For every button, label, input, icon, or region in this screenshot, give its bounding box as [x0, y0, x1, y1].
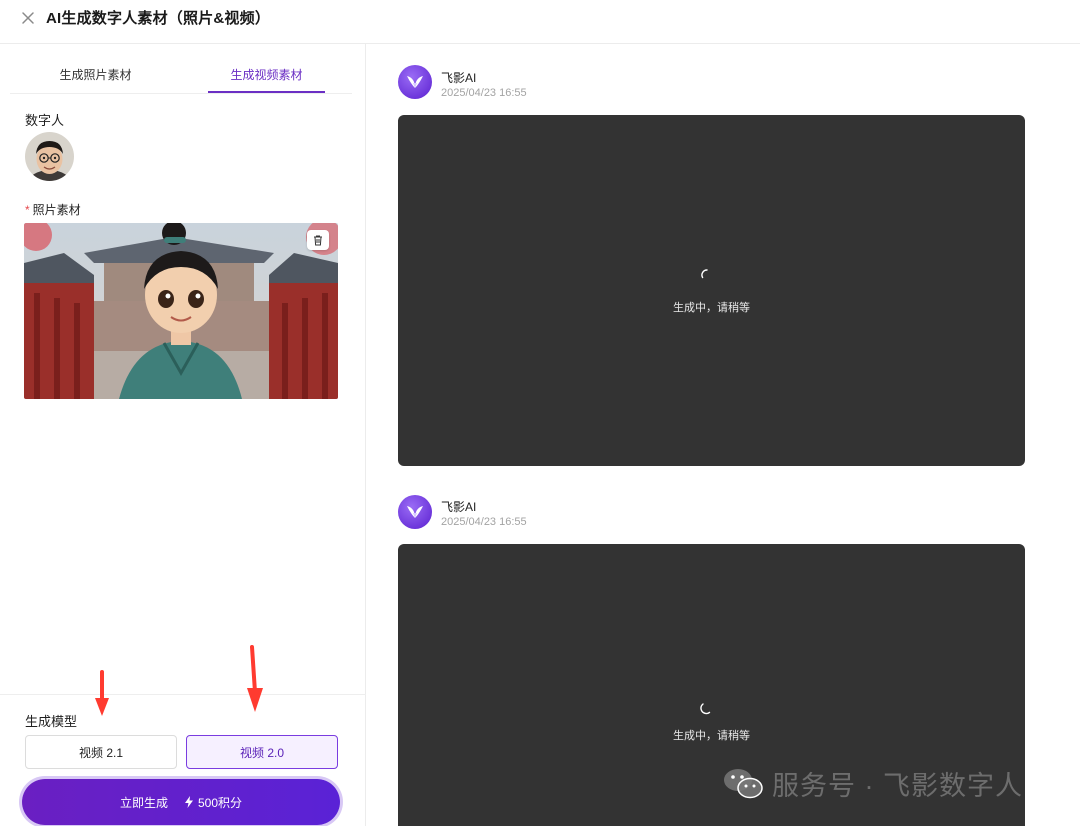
generate-now-button[interactable]: 立即生成 500积分 — [22, 779, 340, 825]
material-tabs: 生成照片素材 生成视频素材 — [10, 44, 352, 94]
video-result-placeholder: 生成中，请稍等 — [398, 115, 1025, 466]
delete-photo-button[interactable] — [307, 230, 329, 250]
watermark-text: 服务号 · 飞影数字人 — [772, 770, 1023, 801]
cartoon-character-image — [24, 223, 338, 399]
trash-icon — [314, 235, 322, 246]
sender-name: 飞影AI — [441, 71, 477, 85]
avatar-image — [25, 132, 74, 181]
left-panel: 生成照片素材 生成视频素材 数字人 * 照片素材 生成模型 视频 2.1 视频 … — [0, 44, 366, 826]
model-option-video-2-1[interactable]: 视频 2.1 — [25, 735, 177, 769]
loading-text: 生成中，请稍等 — [673, 730, 750, 742]
tab-generate-video[interactable]: 生成视频素材 — [181, 66, 352, 83]
active-tab-indicator — [208, 91, 325, 93]
section-divider — [0, 694, 366, 695]
feiying-logo-icon — [407, 506, 423, 518]
message-time: 2025/04/23 16:55 — [441, 87, 527, 99]
tab-generate-photo[interactable]: 生成照片素材 — [10, 66, 181, 83]
generate-cost-text: 500积分 — [197, 795, 243, 810]
sender-name: 飞影AI — [441, 500, 477, 514]
ai-avatar — [398, 65, 432, 99]
generate-button-label: 立即生成 — [119, 795, 168, 810]
generate-cost: 500积分 — [184, 794, 242, 811]
annotation-arrow-right-icon — [247, 645, 263, 712]
close-icon[interactable] — [18, 8, 38, 28]
annotation-arrow-left-icon — [95, 670, 109, 716]
conversation-panel: 飞影AI 2025/04/23 16:55 生成中，请稍等 飞影AI 2025/… — [367, 44, 1080, 826]
required-mark: * — [25, 203, 30, 217]
dialog-title: AI生成数字人素材（照片&视频） — [46, 10, 271, 27]
model-label: 生成模型 — [25, 714, 78, 729]
loading-spinner-icon — [700, 703, 711, 715]
lightning-icon — [184, 796, 193, 808]
watermark: 服务号 · 飞影数字人 — [700, 750, 1080, 816]
feiying-logo-icon — [407, 76, 423, 88]
model-option-video-2-0[interactable]: 视频 2.0 — [186, 735, 338, 769]
dialog-header: AI生成数字人素材（照片&视频） — [0, 0, 1080, 44]
message-time: 2025/04/23 16:55 — [441, 516, 527, 528]
photo-material-image[interactable] — [24, 223, 338, 399]
loading-text: 生成中，请稍等 — [673, 302, 750, 314]
wechat-icon — [724, 769, 763, 799]
photo-material-label: * 照片素材 — [25, 201, 81, 218]
photo-material-label-text: 照片素材 — [32, 203, 81, 217]
digital-human-label: 数字人 — [25, 113, 65, 128]
digital-human-avatar[interactable] — [25, 132, 74, 181]
ai-avatar — [398, 495, 432, 529]
loading-spinner-icon — [701, 269, 708, 279]
